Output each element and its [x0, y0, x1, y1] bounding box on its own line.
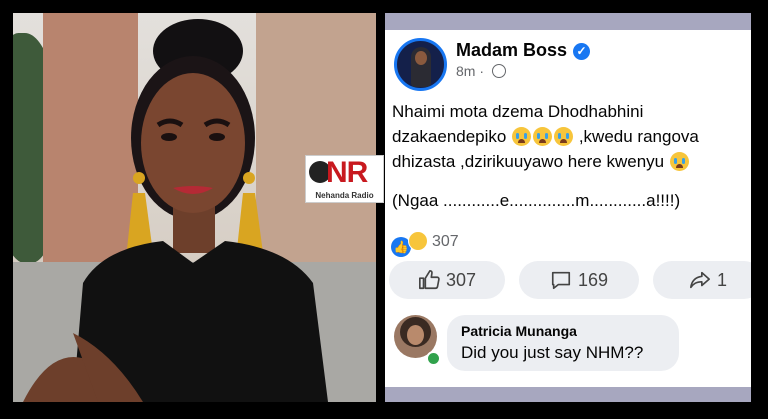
avatar-face — [407, 325, 424, 345]
author-avatar[interactable] — [394, 38, 447, 91]
like-count: 307 — [445, 269, 477, 290]
comment-bubble: Patricia Munanga Did you just say NHM?? — [447, 315, 679, 371]
post-line-1: Nhaimi mota dzema Dhodhabhini — [392, 102, 644, 121]
post-line-3: dhizasta ,dzirikuuyawo here kwenyu — [392, 149, 744, 174]
facebook-post-screenshot: Madam Boss ✓ 8m · Nhaimi mota dzema Dhodh… — [385, 13, 751, 402]
crying-face-icon — [533, 127, 553, 146]
top-frame-bar — [385, 13, 751, 30]
bottom-frame-bar — [385, 387, 751, 402]
comment-item: Patricia Munanga Did you just say NHM?? — [391, 313, 746, 373]
online-status-dot — [426, 351, 441, 366]
comment-count: 169 — [577, 269, 609, 290]
reaction-summary[interactable]: 👍 307 — [391, 231, 459, 257]
comment-button[interactable]: 169 — [519, 261, 639, 299]
crying-face-icon — [669, 152, 689, 171]
comment-text: Did you just say NHM?? — [461, 343, 644, 362]
haha-icon — [408, 231, 428, 251]
thumbs-up-icon — [418, 270, 440, 290]
check-icon: ✓ — [573, 43, 591, 60]
logo-letters: NR — [326, 156, 368, 189]
globe-icon[interactable] — [491, 64, 506, 78]
post-line-2b: ,kwedu rangova — [574, 127, 699, 146]
post-line-2: dzakaendepiko ,kwedu rangova — [392, 124, 744, 149]
share-count: 1 — [716, 269, 727, 290]
author-name[interactable]: Madam Boss — [456, 40, 567, 60]
reaction-count: 307 — [432, 233, 459, 250]
post-meta: 8m · — [456, 63, 506, 79]
comment-icon — [551, 271, 571, 290]
post-author[interactable]: Madam Boss ✓ — [456, 40, 591, 61]
like-button[interactable]: 307 — [389, 261, 505, 299]
crying-face-icon — [512, 127, 532, 146]
meta-separator: · — [479, 63, 485, 79]
post-time[interactable]: 8m — [456, 63, 475, 79]
woman-photo — [13, 13, 376, 402]
nehanda-radio-logo: NR Nehanda Radio — [305, 155, 384, 203]
post-line-2a: dzakaendepiko — [392, 127, 507, 146]
share-icon — [689, 271, 710, 289]
commenter-name[interactable]: Patricia Munanga — [461, 323, 577, 339]
post-line-4: (Ngaa ............e..............m......… — [392, 191, 681, 210]
post-line-3a: dhizasta ,dzirikuuyawo here kwenyu — [392, 152, 665, 171]
crying-face-icon — [554, 127, 574, 146]
share-button[interactable]: 1 — [653, 261, 751, 299]
woman-portrait — [23, 19, 328, 402]
avatar-face — [415, 51, 427, 65]
logo-caption: Nehanda Radio — [315, 191, 374, 200]
post-body: Nhaimi mota dzema Dhodhabhini dzakaendep… — [392, 99, 744, 213]
